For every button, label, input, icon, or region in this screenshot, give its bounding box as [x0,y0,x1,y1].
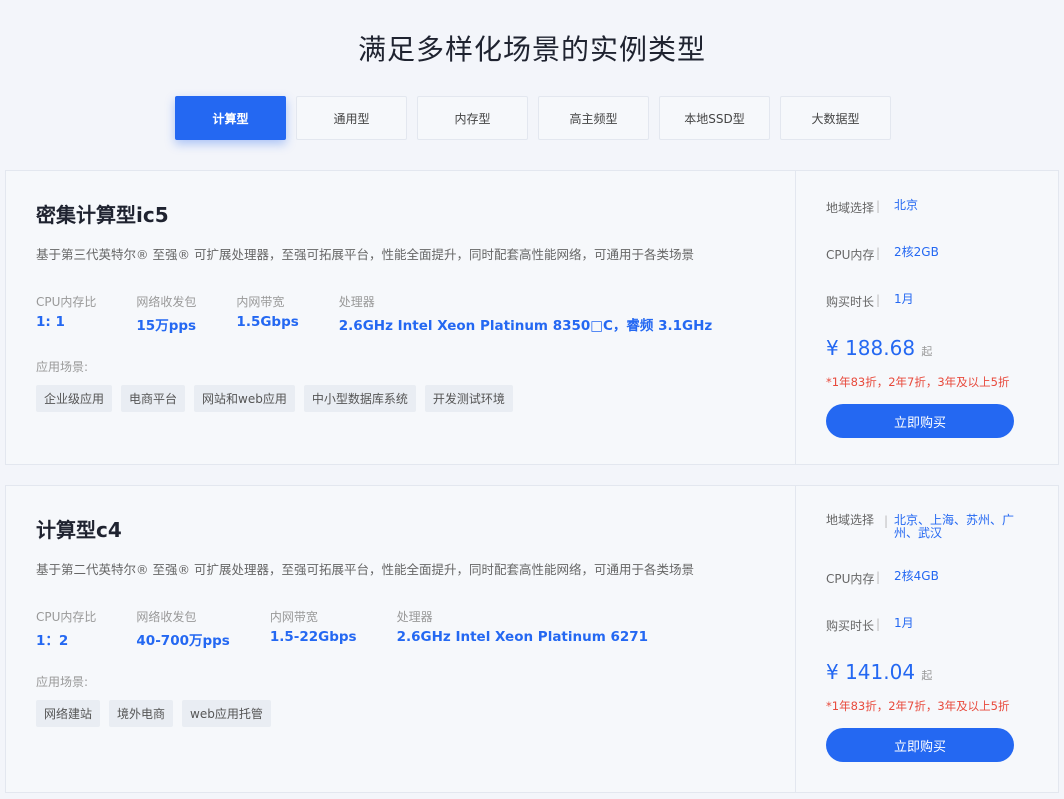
region-label: 地域选择 [826,513,875,527]
spec-value: 40-700万pps [136,633,230,649]
instance-description: 基于第二代英特尔® 至强® 可扩展处理器，至强可拓展平台，性能全面提升，同时配套… [36,562,694,577]
tab-general[interactable]: 通用型 [296,96,407,140]
instance-card-c4: 计算型c4 基于第二代英特尔® 至强® 可扩展处理器，至强可拓展平台，性能全面提… [5,485,1059,793]
cpu-memory-row: CPU内存 | 2核4GB [826,570,1028,587]
spec-label: 网络收发包 [136,295,197,309]
divider: | [876,246,881,260]
spec-network-pps: 网络收发包 40-700万pps [136,608,229,649]
spec-value: 2.6GHz Intel Xeon Platinum 6271 [396,629,649,645]
scene-tag: 企业级应用 [36,385,113,412]
scene-tag: 境外电商 [109,700,174,727]
divider: | [876,617,881,631]
spec-value: 1.5-22Gbps [269,629,357,645]
page-title: 满足多样化场景的实例类型 [357,33,706,66]
divider: | [884,514,889,528]
buy-now-button[interactable]: 立即购买 [826,728,1014,762]
spec-label: 网络收发包 [136,610,197,624]
price-value: ¥ 141.04 [826,660,916,684]
spec-cpu-memory-ratio: CPU内存比 1: 1 [36,293,96,334]
scene-tag: 网络建站 [36,700,101,727]
divider: | [876,293,881,307]
spec-value: 2.6GHz Intel Xeon Platinum 8350□C，睿频 3.1… [338,318,713,334]
region-value[interactable]: 北京、上海、苏州、广州、武汉 [894,514,1028,540]
spec-label: 处理器 [396,610,433,624]
spec-processor: 处理器 2.6GHz Intel Xeon Platinum 8350□C，睿频… [339,293,713,334]
cpu-memory-value[interactable]: 2核2GB [894,246,1028,263]
instance-card-ic5: 密集计算型ic5 基于第三代英特尔® 至强® 可扩展处理器，至强可拓展平台，性能… [5,170,1059,465]
tab-memory[interactable]: 内存型 [417,96,528,140]
price: ¥ 188.68 起 [826,336,1028,360]
cpu-memory-value[interactable]: 2核4GB [894,570,1028,587]
cpu-memory-label: CPU内存 [826,248,875,262]
instance-title: 密集计算型ic5 [36,203,169,227]
spec-label: CPU内存比 [36,610,97,624]
duration-row: 购买时长 | 1月 [826,293,1028,310]
spec-value: 1: 1 [36,314,65,330]
spec-value: 1.5Gbps [236,314,299,330]
spec-label: 内网带宽 [269,610,318,624]
price-value: ¥ 188.68 [826,336,916,360]
instance-title: 计算型c4 [36,518,122,542]
discount-note: *1年83折，2年7折，3年及以上5折 [826,375,1010,389]
spec-cpu-memory-ratio: CPU内存比 1：2 [36,608,96,649]
scene-tag: 开发测试环境 [424,385,513,412]
spec-label: CPU内存比 [36,295,97,309]
spec-value: 15万pps [136,318,197,334]
duration-row: 购买时长 | 1月 [826,617,1028,634]
instance-details: 密集计算型ic5 基于第三代英特尔® 至强® 可扩展处理器，至强可拓展平台，性能… [6,171,796,464]
duration-label: 购买时长 [826,619,875,633]
instance-details: 计算型c4 基于第二代英特尔® 至强® 可扩展处理器，至强可拓展平台，性能全面提… [6,486,796,792]
price-unit: 起 [921,669,933,682]
discount-note: *1年83折，2年7折，3年及以上5折 [826,699,1010,713]
region-row: 地域选择 | 北京 [826,199,1028,216]
scene-tag: 中小型数据库系统 [303,385,416,412]
price-unit: 起 [921,345,933,358]
spec-bandwidth: 内网带宽 1.5-22Gbps [270,608,357,649]
spec-bandwidth: 内网带宽 1.5Gbps [236,293,298,334]
scene-tag: 电商平台 [121,385,186,412]
scene-tag: 网站和web应用 [194,385,295,412]
duration-label: 购买时长 [826,295,875,309]
scene-tags: 企业级应用 电商平台 网站和web应用 中小型数据库系统 开发测试环境 [36,385,765,412]
instance-specs: CPU内存比 1: 1 网络收发包 15万pps 内网带宽 1.5Gbps 处理… [36,293,765,334]
divider: | [876,199,881,213]
price: ¥ 141.04 起 [826,660,1028,684]
spec-processor: 处理器 2.6GHz Intel Xeon Platinum 6271 [397,608,648,649]
scene-label: 应用场景: [36,675,89,689]
instance-type-tabs: 计算型 通用型 内存型 高主频型 本地SSD型 大数据型 [175,96,901,140]
instance-description: 基于第三代英特尔® 至强® 可扩展处理器，至强可拓展平台，性能全面提升，同时配套… [36,247,694,262]
duration-value[interactable]: 1月 [894,293,1028,310]
spec-label: 内网带宽 [236,295,285,309]
scene-tags: 网络建站 境外电商 web应用托管 [36,700,765,727]
tab-big-data[interactable]: 大数据型 [780,96,891,140]
spec-network-pps: 网络收发包 15万pps [136,293,196,334]
tab-local-ssd[interactable]: 本地SSD型 [659,96,770,140]
cpu-memory-label: CPU内存 [826,572,875,586]
buy-now-button[interactable]: 立即购买 [826,404,1014,438]
duration-value[interactable]: 1月 [894,617,1028,634]
divider: | [876,570,881,584]
scene-label: 应用场景: [36,360,89,374]
purchase-panel: 地域选择 | 北京 CPU内存 | 2核2GB 购买时长 | 1月 ¥ 188.… [796,171,1058,464]
cpu-memory-row: CPU内存 | 2核2GB [826,246,1028,263]
region-label: 地域选择 [826,201,875,215]
region-row: 地域选择 | 北京、上海、苏州、广州、武汉 [826,514,1028,540]
tab-high-frequency[interactable]: 高主频型 [538,96,649,140]
tab-compute[interactable]: 计算型 [175,96,286,140]
instance-specs: CPU内存比 1：2 网络收发包 40-700万pps 内网带宽 1.5-22G… [36,608,765,649]
spec-label: 处理器 [338,295,375,309]
region-value[interactable]: 北京 [894,199,1028,216]
purchase-panel: 地域选择 | 北京、上海、苏州、广州、武汉 CPU内存 | 2核4GB 购买时长… [796,486,1058,792]
scene-tag: web应用托管 [182,700,271,727]
spec-value: 1：2 [36,633,69,649]
